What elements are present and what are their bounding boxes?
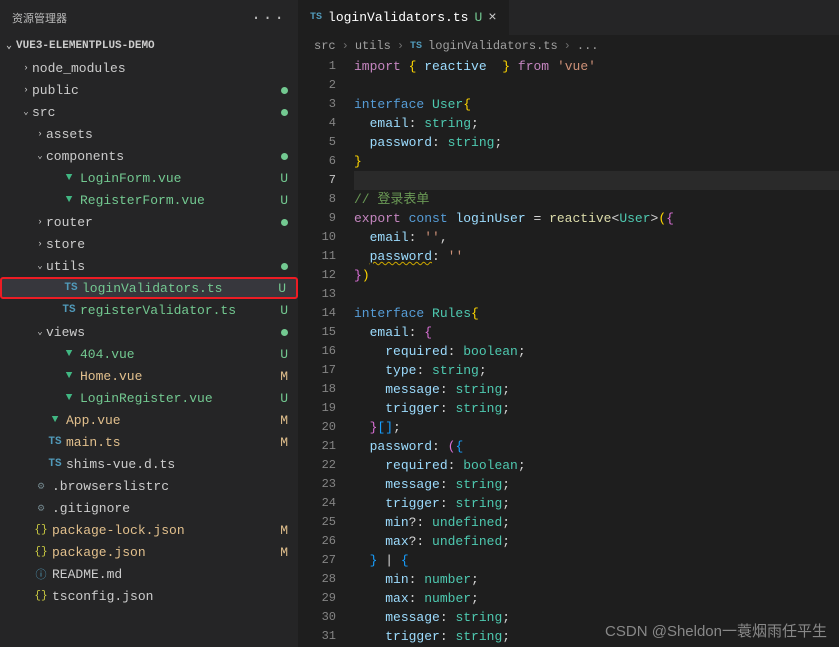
chevron-down-icon: ⌄ [34,261,46,271]
code-line[interactable]: trigger: string; [354,399,839,418]
project-name-label: VUE3-ELEMENTPLUS-DEMO [16,40,155,52]
file-tsconfig.json[interactable]: {}tsconfig.json [0,585,298,607]
code-line[interactable]: // 登录表单 [354,190,839,209]
file-readme.md[interactable]: ⓘREADME.md [0,563,298,585]
file-registerform.vue[interactable]: ▼RegisterForm.vueU [0,189,298,211]
code-line[interactable]: export const loginUser = reactive<User>(… [354,209,839,228]
file-404.vue[interactable]: ▼404.vueU [0,343,298,365]
code-line[interactable]: } [354,152,839,171]
code-line[interactable]: min?: undefined; [354,513,839,532]
watermark: CSDN @Sheldon一蓑烟雨任平生 [605,620,827,641]
chevron-down-icon: ⌄ [20,107,32,117]
folder-public[interactable]: ›public [0,79,298,101]
chevron-down-icon: ⌄ [6,40,12,52]
crumb-file[interactable]: loginValidators.ts [428,39,558,53]
chevron-right-icon: › [20,63,32,73]
chevron-right-icon: › [342,39,349,53]
code-line[interactable]: trigger: string; [354,494,839,513]
chevron-down-icon: ⌄ [34,327,46,337]
crumb-src[interactable]: src [314,39,336,53]
code-line[interactable]: message: string; [354,475,839,494]
line-gutter: 1234567891011121314151617181920212223242… [298,57,354,647]
code-line[interactable]: max: number; [354,589,839,608]
file-shims-vue.d.ts[interactable]: TSshims-vue.d.ts [0,453,298,475]
file-loginvalidators.ts[interactable]: TSloginValidators.tsU [0,277,298,299]
more-icon[interactable]: ··· [251,9,286,27]
code-line[interactable]: email: string; [354,114,839,133]
file-package.json[interactable]: {}package.jsonM [0,541,298,563]
explorer-title: 资源管理器 [12,10,67,26]
ts-icon: TS [310,12,322,23]
folder-router[interactable]: ›router [0,211,298,233]
git-status: U [474,10,482,25]
chevron-right-icon: › [34,129,46,139]
tab-bar: TS loginValidators.ts U × [298,0,839,35]
code-line[interactable]: email: '', [354,228,839,247]
file-home.vue[interactable]: ▼Home.vueM [0,365,298,387]
code-line[interactable] [354,171,839,190]
code-line[interactable]: }) [354,266,839,285]
code-line[interactable]: } | { [354,551,839,570]
folder-node_modules[interactable]: ›node_modules [0,57,298,79]
crumb-utils[interactable]: utils [355,39,391,53]
folder-assets[interactable]: ›assets [0,123,298,145]
breadcrumb[interactable]: src › utils › TS loginValidators.ts › ..… [298,35,839,57]
code-line[interactable] [354,285,839,304]
folder-store[interactable]: ›store [0,233,298,255]
chevron-right-icon: › [20,85,32,95]
chevron-down-icon: ⌄ [34,151,46,161]
code-line[interactable]: interface Rules{ [354,304,839,323]
file-main.ts[interactable]: TSmain.tsM [0,431,298,453]
code-line[interactable]: email: { [354,323,839,342]
code-line[interactable]: password: string; [354,133,839,152]
chevron-right-icon: › [564,39,571,53]
project-root[interactable]: ⌄ VUE3-ELEMENTPLUS-DEMO [0,35,298,57]
code-line[interactable]: type: string; [354,361,839,380]
explorer-sidebar: 资源管理器 ··· ⌄ VUE3-ELEMENTPLUS-DEMO ›node_… [0,0,298,647]
folder-views[interactable]: ⌄views [0,321,298,343]
chevron-right-icon: › [34,217,46,227]
code-line[interactable]: import { reactive } from 'vue' [354,57,839,76]
folder-components[interactable]: ⌄components [0,145,298,167]
code-line[interactable]: min: number; [354,570,839,589]
code-line[interactable]: password: ({ [354,437,839,456]
code-line[interactable]: interface User{ [354,95,839,114]
code-line[interactable] [354,76,839,95]
folder-src[interactable]: ⌄src [0,101,298,123]
close-icon[interactable]: × [488,10,496,26]
code-content[interactable]: import { reactive } from 'vue' interface … [354,57,839,647]
file-registervalidator.ts[interactable]: TSregisterValidator.tsU [0,299,298,321]
file-package-lock.json[interactable]: {}package-lock.jsonM [0,519,298,541]
file-loginregister.vue[interactable]: ▼LoginRegister.vueU [0,387,298,409]
code-line[interactable]: max?: undefined; [354,532,839,551]
sidebar-header: 资源管理器 ··· [0,0,298,35]
code-line[interactable]: required: boolean; [354,342,839,361]
ts-icon: TS [410,41,422,52]
tab-loginvalidators[interactable]: TS loginValidators.ts U × [298,0,510,35]
file-.browserslistrc[interactable]: ⚙.browserslistrc [0,475,298,497]
code-line[interactable]: }[]; [354,418,839,437]
file-loginform.vue[interactable]: ▼LoginForm.vueU [0,167,298,189]
editor-main: TS loginValidators.ts U × src › utils › … [298,0,839,647]
code-editor[interactable]: 1234567891011121314151617181920212223242… [298,57,839,647]
chevron-right-icon: › [34,239,46,249]
crumb-symbol[interactable]: ... [577,39,599,53]
code-line[interactable]: required: boolean; [354,456,839,475]
file-tree: ›node_modules›public⌄src›assets⌄componen… [0,57,298,647]
file-.gitignore[interactable]: ⚙.gitignore [0,497,298,519]
chevron-right-icon: › [397,39,404,53]
file-app.vue[interactable]: ▼App.vueM [0,409,298,431]
tab-label: loginValidators.ts [328,10,468,25]
code-line[interactable]: message: string; [354,380,839,399]
folder-utils[interactable]: ⌄utils [0,255,298,277]
code-line[interactable]: password: '' [354,247,839,266]
